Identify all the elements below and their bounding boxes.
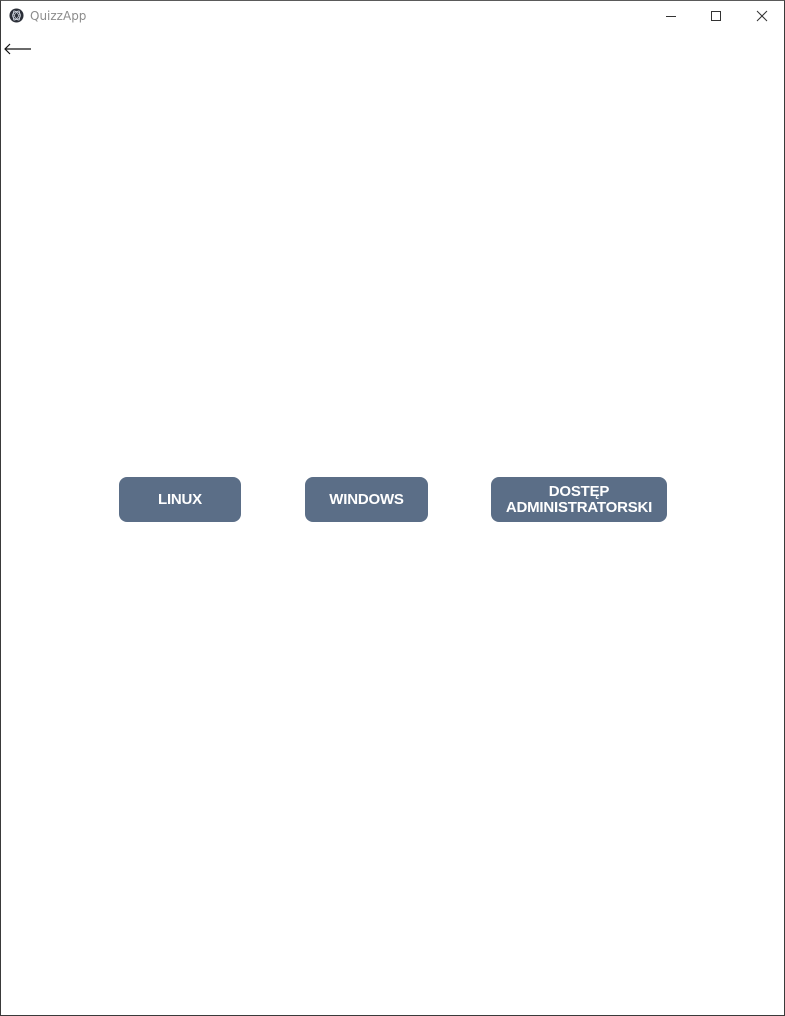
admin-access-button[interactable]: DOSTĘP ADMINISTRATORSKI — [491, 477, 667, 522]
windows-button-label: WINDOWS — [329, 490, 404, 508]
windows-button[interactable]: WINDOWS — [305, 477, 428, 522]
app-logo-icon — [9, 8, 24, 23]
linux-button[interactable]: LINUX — [119, 477, 241, 522]
maximize-button[interactable] — [693, 1, 739, 31]
admin-access-button-label: DOSTĘP ADMINISTRATORSKI — [505, 482, 653, 516]
window-title: QuizzApp — [30, 9, 87, 23]
close-button[interactable] — [739, 1, 785, 31]
app-window: QuizzApp LINUX WINDOWS DOSTĘP ADMINISTRA… — [0, 0, 785, 1016]
close-icon — [756, 10, 768, 22]
minimize-button[interactable] — [648, 1, 694, 31]
back-arrow-icon[interactable] — [3, 39, 33, 59]
minimize-icon — [666, 16, 676, 17]
linux-button-label: LINUX — [157, 490, 202, 508]
maximize-icon — [711, 11, 721, 21]
title-bar[interactable]: QuizzApp — [1, 1, 784, 31]
